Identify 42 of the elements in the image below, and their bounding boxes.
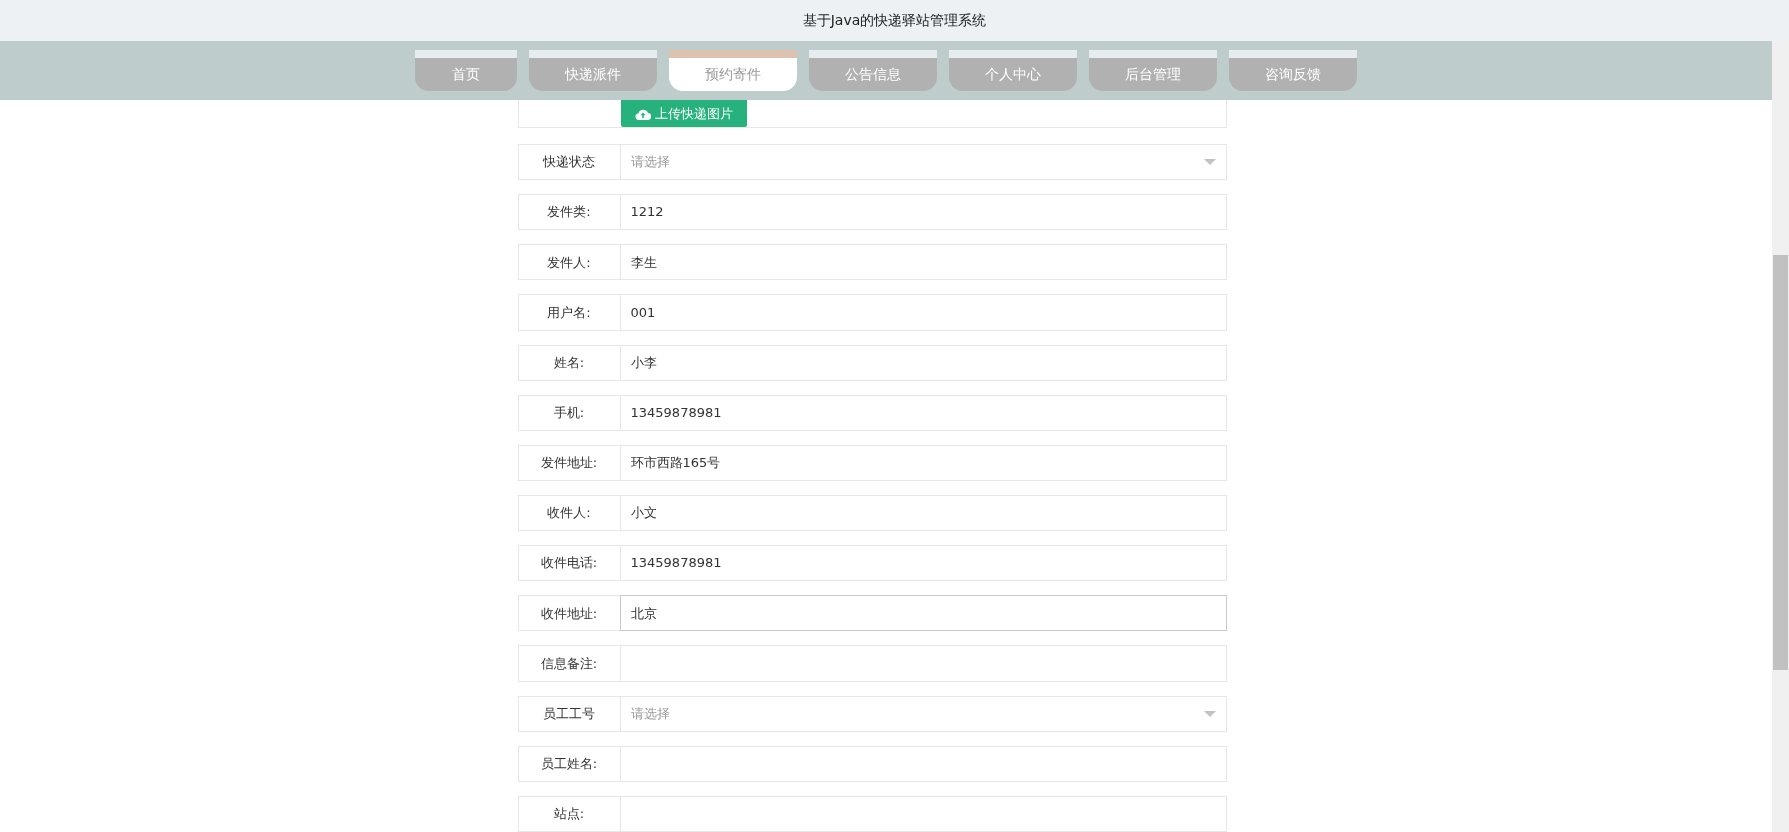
dropdown-caret-icon <box>1203 159 1216 166</box>
nav-tab[interactable]: 首页 <box>415 50 517 91</box>
nav-tab[interactable]: 公告信息 <box>809 50 937 91</box>
text-input[interactable] <box>619 745 1227 782</box>
scrollbar[interactable] <box>1772 41 1789 832</box>
field-label: 姓名: <box>517 344 620 381</box>
nav-tab[interactable]: 快递派件 <box>529 50 657 91</box>
dropdown-caret-icon <box>1203 710 1216 717</box>
scrollbar-thumb[interactable] <box>1773 255 1788 670</box>
nav-tab[interactable]: 后台管理 <box>1089 50 1217 91</box>
upload-button[interactable]: 上传快递图片 <box>620 100 747 127</box>
field-label: 发件类: <box>517 194 620 231</box>
cloud-upload-icon <box>634 107 651 120</box>
text-input[interactable]: 13459878981 <box>619 545 1227 582</box>
field-label: 收件电话: <box>517 545 620 582</box>
text-input[interactable]: 1212 <box>619 194 1227 231</box>
nav-tab[interactable]: 个人中心 <box>949 50 1077 91</box>
select-field[interactable]: 请选择 <box>619 144 1227 181</box>
text-input[interactable]: 小李 <box>619 344 1227 381</box>
text-input[interactable]: 北京 <box>619 595 1227 632</box>
field-label: 手机: <box>517 394 620 431</box>
text-input[interactable]: 001 <box>619 294 1227 331</box>
text-input[interactable]: 小文 <box>619 495 1227 532</box>
field-label: 站点: <box>517 795 620 832</box>
nav-tab[interactable]: 咨询反馈 <box>1229 50 1357 91</box>
text-input[interactable] <box>619 645 1227 682</box>
field-label: 发件地址: <box>517 444 620 481</box>
text-input[interactable]: 环市西路165号 <box>619 444 1227 481</box>
field-label: 信息备注: <box>517 645 620 682</box>
text-input[interactable] <box>619 795 1227 832</box>
field-label: 收件地址: <box>517 595 620 632</box>
field-label: 用户名: <box>517 294 620 331</box>
text-input[interactable]: 13459878981 <box>619 394 1227 431</box>
field-label: 收件人: <box>517 495 620 532</box>
window-title: 基于Java的快递驿站管理系统 <box>802 11 987 30</box>
field-label: 发件人: <box>517 244 620 281</box>
select-field[interactable]: 请选择 <box>619 695 1227 732</box>
nav-tab[interactable]: 预约寄件 <box>669 50 797 91</box>
text-input[interactable]: 李生 <box>619 244 1227 281</box>
field-label: 快递状态 <box>517 144 620 181</box>
field-label: 员工姓名: <box>517 745 620 782</box>
field-label: 员工工号 <box>517 695 620 732</box>
